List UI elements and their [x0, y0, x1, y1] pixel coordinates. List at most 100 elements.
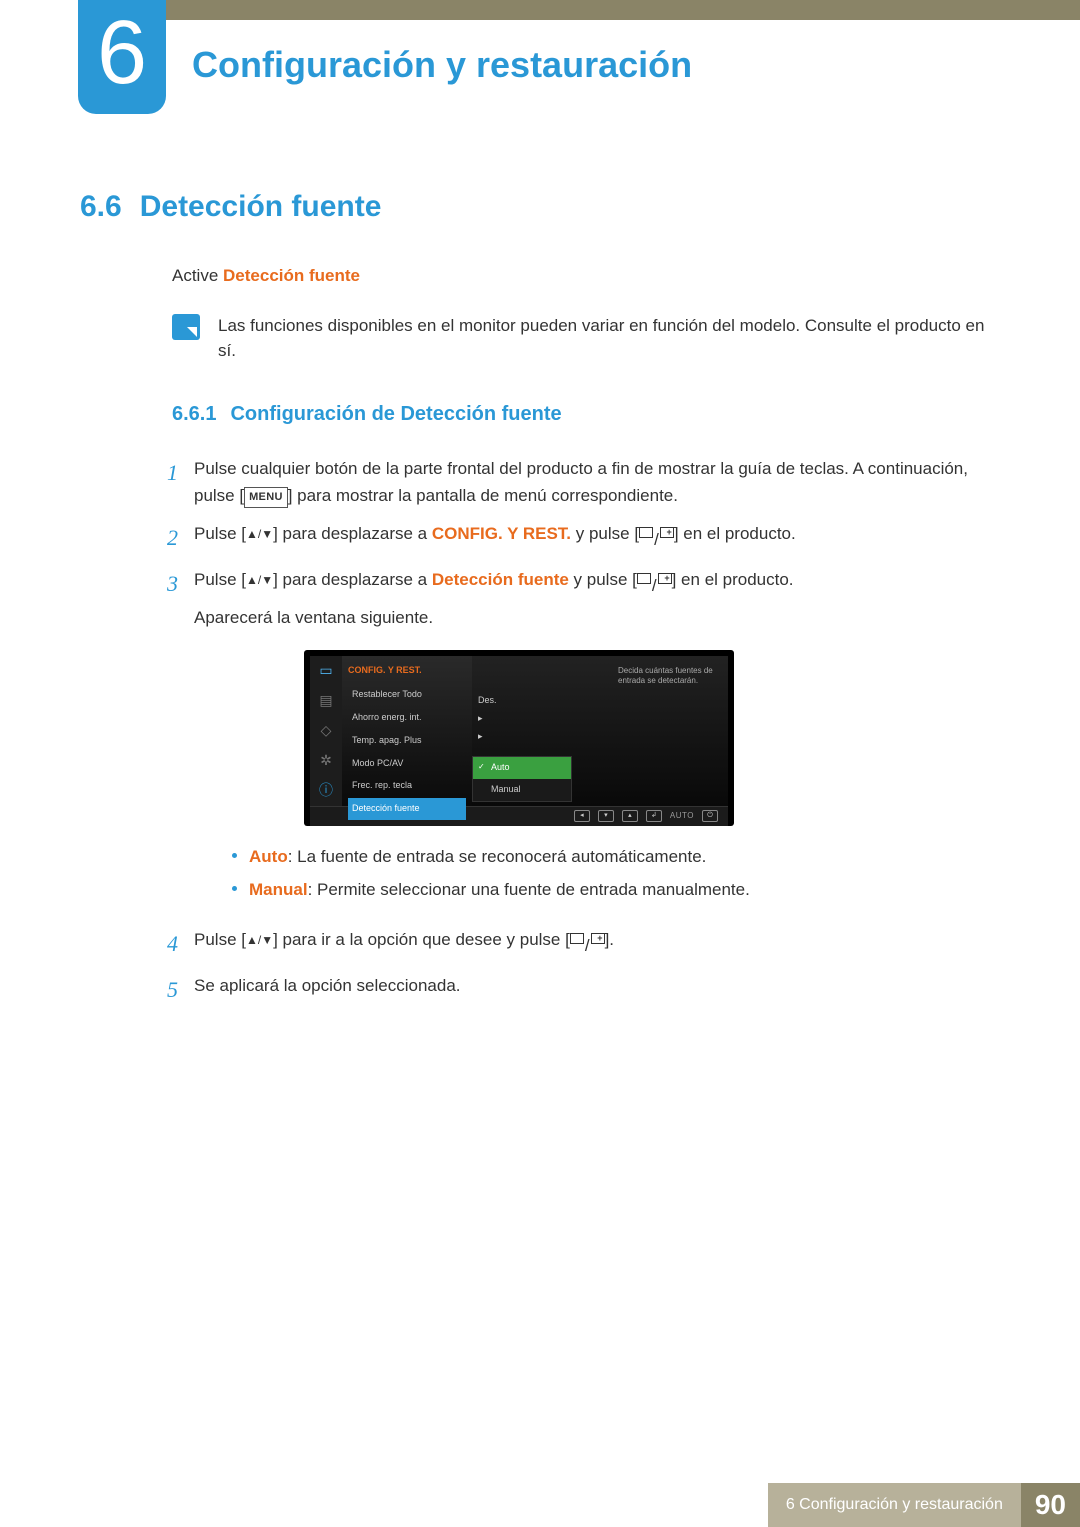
- step-number: 5: [156, 973, 178, 1007]
- chapter-tab: 6: [78, 0, 166, 114]
- bullet-manual: Manual: Permite seleccionar una fuente d…: [232, 877, 1000, 903]
- settings-icon: ✲: [316, 752, 336, 770]
- up-key-icon: ▴: [622, 810, 638, 822]
- text: y pulse [: [571, 524, 639, 543]
- top-accent-bar: [80, 0, 1080, 20]
- text: ] en el producto.: [672, 570, 794, 589]
- section-body: 6.6 Detección fuente Active Detección fue…: [80, 190, 1000, 1019]
- osd-value: Des.: [478, 694, 497, 708]
- label: Manual: [249, 880, 308, 899]
- note-row: Las funciones disponibles en el monitor …: [172, 314, 1000, 363]
- osd-item-selected: Detección fuente: [348, 798, 466, 820]
- chapter-number: 6: [97, 8, 147, 98]
- option-bullets: Auto: La fuente de entrada se reconocerá…: [232, 844, 1000, 903]
- osd-option-auto: Auto: [473, 757, 571, 779]
- subsection-heading: 6.6.1 Configuración de Detección fuente: [172, 403, 1000, 426]
- step-3: 3 Pulse [▲/▼] para desplazarse a Detecci…: [156, 567, 1000, 915]
- step-body: Se aplicará la opción seleccionada.: [194, 973, 1000, 1007]
- section-number: 6.6: [80, 190, 122, 223]
- bullet-icon: [232, 853, 237, 858]
- steps-list: 1 Pulse cualquier botón de la parte fron…: [156, 456, 1000, 1007]
- note-icon: [172, 314, 200, 340]
- left-key-icon: ◂: [574, 810, 590, 822]
- subsection-title: Configuración de Detección fuente: [230, 403, 561, 425]
- step-number: 1: [156, 456, 178, 509]
- label: Restablecer Todo: [352, 688, 422, 702]
- intro-line: Active Detección fuente: [172, 266, 1000, 286]
- picture-icon: ▤: [316, 692, 336, 710]
- up-down-icon: ▲/▼: [246, 525, 273, 544]
- info-icon: ⓘ: [316, 782, 336, 800]
- subsection-number: 6.6.1: [172, 403, 216, 425]
- up-down-icon: ▲/▼: [246, 931, 273, 950]
- text: Aparecerá la ventana siguiente.: [194, 605, 1000, 631]
- step-body: Pulse [▲/▼] para desplazarse a Detección…: [194, 567, 1000, 915]
- section-heading: 6.6 Detección fuente: [80, 190, 1000, 224]
- osd-right-panel: Decida cuántas fuentes de entrada se det…: [472, 656, 728, 806]
- text: ] para desplazarse a: [273, 524, 432, 543]
- label: Frec. rep. tecla: [352, 779, 412, 793]
- step-1: 1 Pulse cualquier botón de la parte fron…: [156, 456, 1000, 509]
- osd-menu-list: CONFIG. Y REST. Restablecer Todo Ahorro …: [342, 656, 472, 806]
- text: Pulse [: [194, 930, 246, 949]
- osd-item: Modo PC/AV: [348, 753, 466, 775]
- osd-item: Ahorro energ. int.: [348, 707, 466, 729]
- osd-item: Restablecer Todo: [348, 684, 466, 706]
- chapter-title: Configuración y restauración: [192, 44, 692, 86]
- text: ] para desplazarse a: [273, 570, 432, 589]
- text: : Permite seleccionar una fuente de entr…: [308, 880, 750, 899]
- bullet-auto: Auto: La fuente de entrada se reconocerá…: [232, 844, 1000, 870]
- osd-value: ▸: [478, 730, 483, 744]
- bullet-text: Manual: Permite seleccionar una fuente d…: [249, 877, 750, 903]
- osd-option-manual: Manual: [473, 779, 571, 801]
- step-4: 4 Pulse [▲/▼] para ir a la opción que de…: [156, 927, 1000, 961]
- bullet-text: Auto: La fuente de entrada se reconocerá…: [249, 844, 706, 870]
- label: Ahorro energ. int.: [352, 711, 422, 725]
- step-body: Pulse [▲/▼] para ir a la opción que dese…: [194, 927, 1000, 961]
- screen-icon: ◇: [316, 722, 336, 740]
- menu-key-icon: MENU: [244, 487, 288, 508]
- label: Detección fuente: [352, 802, 420, 816]
- osd-screenshot: ▭ ▤ ◇ ✲ ⓘ CONFIG. Y REST. Restablecer To…: [304, 650, 734, 826]
- osd-nav: ▭ ▤ ◇ ✲ ⓘ: [310, 656, 342, 806]
- step-body: Pulse cualquier botón de la parte fronta…: [194, 456, 1000, 509]
- select-key-icon: /: [637, 573, 672, 599]
- osd-dropdown: Auto Manual: [472, 756, 572, 802]
- auto-label: AUTO: [670, 810, 694, 822]
- step-number: 3: [156, 567, 178, 915]
- highlight: Detección fuente: [432, 570, 569, 589]
- bullet-icon: [232, 886, 237, 891]
- label: Auto: [249, 847, 288, 866]
- select-key-icon: /: [639, 527, 674, 553]
- step-number: 4: [156, 927, 178, 961]
- intro-prefix: Active: [172, 266, 223, 285]
- step-2: 2 Pulse [▲/▼] para desplazarse a CONFIG.…: [156, 521, 1000, 555]
- monitor-icon: ▭: [316, 662, 336, 680]
- footer-chapter: 6 Configuración y restauración: [768, 1483, 1021, 1527]
- osd-item: Frec. rep. tecla: [348, 775, 466, 797]
- power-key-icon: ⏻: [702, 810, 718, 822]
- text: ].: [605, 930, 614, 949]
- text: ] para mostrar la pantalla de menú corre…: [288, 486, 678, 505]
- page-footer: 6 Configuración y restauración 90: [768, 1483, 1080, 1527]
- up-down-icon: ▲/▼: [246, 571, 273, 590]
- select-key-icon: /: [570, 933, 605, 959]
- down-key-icon: ▾: [598, 810, 614, 822]
- label: Modo PC/AV: [352, 757, 403, 771]
- osd-item: Temp. apag. Plus: [348, 730, 466, 752]
- label: Temp. apag. Plus: [352, 734, 422, 748]
- text: y pulse [: [569, 570, 637, 589]
- intro-highlight: Detección fuente: [223, 266, 360, 285]
- step-5: 5 Se aplicará la opción seleccionada.: [156, 973, 1000, 1007]
- section-title: Detección fuente: [140, 190, 382, 223]
- highlight: CONFIG. Y REST.: [432, 524, 571, 543]
- osd-title: CONFIG. Y REST.: [348, 664, 466, 678]
- text: Pulse [: [194, 570, 246, 589]
- enter-key-icon: ↲: [646, 810, 662, 822]
- osd-main: CONFIG. Y REST. Restablecer Todo Ahorro …: [342, 656, 728, 806]
- note-text: Las funciones disponibles en el monitor …: [218, 314, 1000, 363]
- step-body: Pulse [▲/▼] para desplazarse a CONFIG. Y…: [194, 521, 1000, 555]
- text: : La fuente de entrada se reconocerá aut…: [288, 847, 707, 866]
- text: ] para ir a la opción que desee y pulse …: [273, 930, 570, 949]
- osd-value: ▸: [478, 712, 483, 726]
